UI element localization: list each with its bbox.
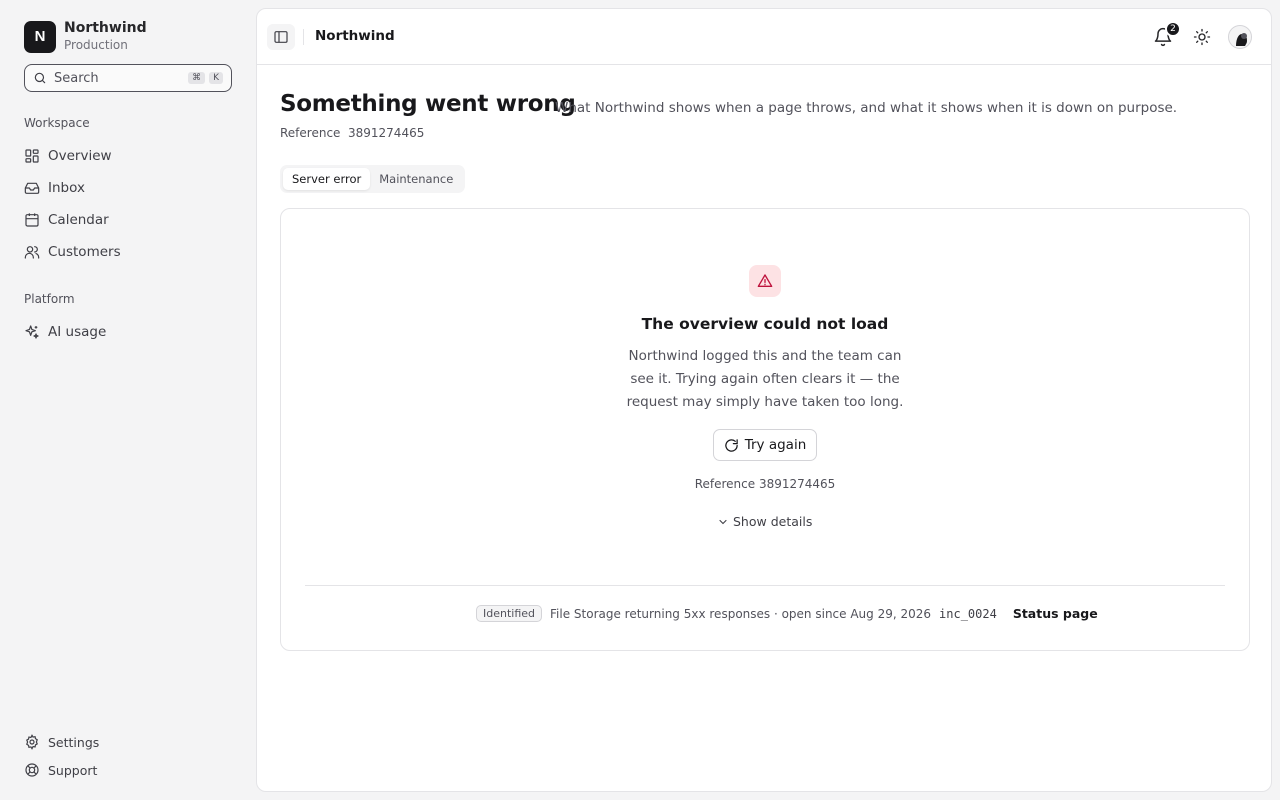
sidebar-item-label: Settings	[48, 734, 100, 750]
calendar-icon	[25, 213, 39, 227]
reference-value: 3891274465	[348, 126, 425, 140]
org-logo: N	[24, 20, 56, 53]
incident-banner: Identified File Storage returning 5xx re…	[476, 605, 1098, 622]
users-icon	[24, 246, 40, 259]
incident-status-badge: Identified	[476, 605, 543, 622]
sidebar: N Northwind Production Search ⌘ K Worksp…	[0, 0, 256, 800]
user-avatar-icon	[1229, 26, 1251, 48]
layout-grid-icon	[25, 149, 39, 163]
sidebar-panel-icon	[274, 31, 288, 43]
inbox-icon	[24, 182, 40, 194]
sun-icon[interactable]	[1193, 28, 1211, 46]
sidebar-item-label: Customers	[48, 244, 121, 260]
incident-id: inc_0024	[939, 606, 997, 621]
show-details-toggle[interactable]: Show details	[717, 514, 812, 529]
tab-list: Server error Maintenance	[280, 165, 466, 193]
sidebar-item-inbox[interactable]: Inbox	[24, 178, 85, 198]
error-reference: Reference 3891274465	[694, 477, 836, 491]
sidebar-item-customers[interactable]: Customers	[24, 242, 121, 262]
show-details-label: Show details	[733, 514, 813, 529]
sidebar-toggle-button[interactable]	[267, 24, 295, 50]
tab-maintenance[interactable]: Maintenance	[370, 168, 462, 190]
breadcrumb[interactable]: Northwind	[315, 28, 395, 44]
sidebar-item-overview[interactable]: Overview	[24, 146, 112, 166]
tab-server-error[interactable]: Server error	[283, 168, 371, 190]
search-icon	[34, 72, 46, 84]
chevron-down-icon	[719, 519, 727, 524]
page-title: Something went wrong	[280, 91, 576, 117]
error-card: The overview could not load Northwind lo…	[280, 208, 1250, 651]
org-environment: Production	[64, 38, 128, 52]
notification-badge: 2	[1165, 21, 1181, 37]
error-title: The overview could not load	[641, 315, 889, 333]
main-panel: Northwind 2 Something went wrong What No…	[256, 8, 1272, 792]
sidebar-item-label: Support	[48, 762, 98, 778]
gear-icon	[26, 734, 38, 750]
error-description: Northwind logged this and the team can s…	[626, 348, 904, 410]
page-subtitle: What Northwind shows when a page throws,…	[555, 100, 1178, 116]
sidebar-item-label: Overview	[48, 148, 112, 164]
avatar[interactable]	[1228, 25, 1252, 49]
sidebar-item-settings[interactable]: Settings	[24, 732, 99, 752]
try-again-button[interactable]: Try again	[713, 429, 817, 461]
sidebar-item-label: Calendar	[48, 212, 109, 228]
sidebar-item-label: Inbox	[48, 180, 85, 196]
error-icon-tile	[749, 265, 781, 297]
warning-triangle-icon	[757, 274, 773, 287]
search-input[interactable]: Search ⌘ K	[24, 64, 232, 92]
shortcut-key: K	[209, 72, 223, 84]
platform-section-label: Platform	[24, 292, 75, 306]
workspace-section-label: Workspace	[24, 116, 90, 130]
topbar-divider	[303, 29, 304, 45]
search-label: Search	[54, 70, 99, 86]
sidebar-item-support[interactable]: Support	[24, 760, 97, 780]
sidebar-item-ai-usage[interactable]: AI usage	[24, 322, 106, 342]
org-switcher[interactable]: N Northwind Production	[24, 20, 147, 53]
topbar: Northwind 2	[257, 9, 1271, 65]
sidebar-item-calendar[interactable]: Calendar	[24, 210, 109, 230]
sidebar-item-label: AI usage	[48, 324, 107, 340]
status-page-link[interactable]: Status page	[1013, 606, 1098, 621]
incident-description: File Storage returning 5xx responses · o…	[550, 606, 932, 621]
refresh-icon	[725, 438, 738, 452]
reference-label: Reference	[280, 126, 341, 140]
card-divider	[305, 585, 1225, 586]
shortcut-mod: ⌘	[188, 72, 206, 84]
sparkles-icon	[25, 325, 39, 339]
org-name: Northwind	[64, 20, 147, 36]
lifebuoy-icon	[25, 763, 39, 777]
try-again-label: Try again	[744, 437, 807, 453]
